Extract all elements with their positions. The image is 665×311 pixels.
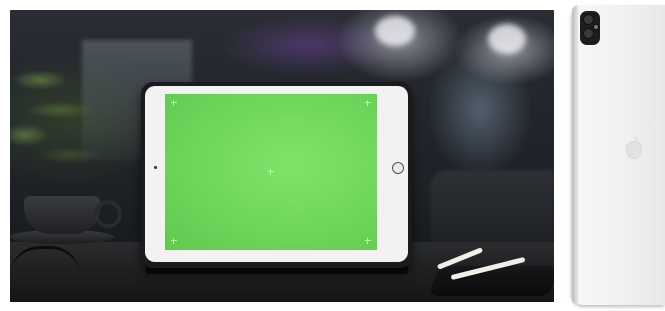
smartphone	[429, 266, 554, 296]
green-screen	[165, 94, 377, 250]
cafe-photo	[10, 10, 554, 302]
ipad-with-case	[141, 82, 412, 268]
camera-module-icon	[580, 11, 600, 45]
coffee-cup	[24, 196, 100, 234]
tracking-marker	[365, 238, 371, 244]
cup-handle	[94, 200, 122, 228]
device-edge	[572, 5, 578, 305]
tracking-marker	[365, 100, 371, 106]
ipad-bezel	[145, 86, 408, 262]
tracking-marker	[171, 238, 177, 244]
home-button-icon	[392, 162, 404, 174]
camera-lens	[583, 28, 594, 39]
apple-logo-icon	[626, 141, 642, 159]
camera-flash	[593, 24, 599, 30]
camera-lens	[583, 14, 594, 25]
bokeh-light	[375, 16, 415, 46]
front-camera-icon	[154, 166, 157, 169]
bokeh-light	[488, 24, 526, 54]
tracking-marker	[171, 100, 177, 106]
ipad-pro-back-photo	[572, 5, 665, 305]
tracking-marker	[268, 169, 274, 175]
